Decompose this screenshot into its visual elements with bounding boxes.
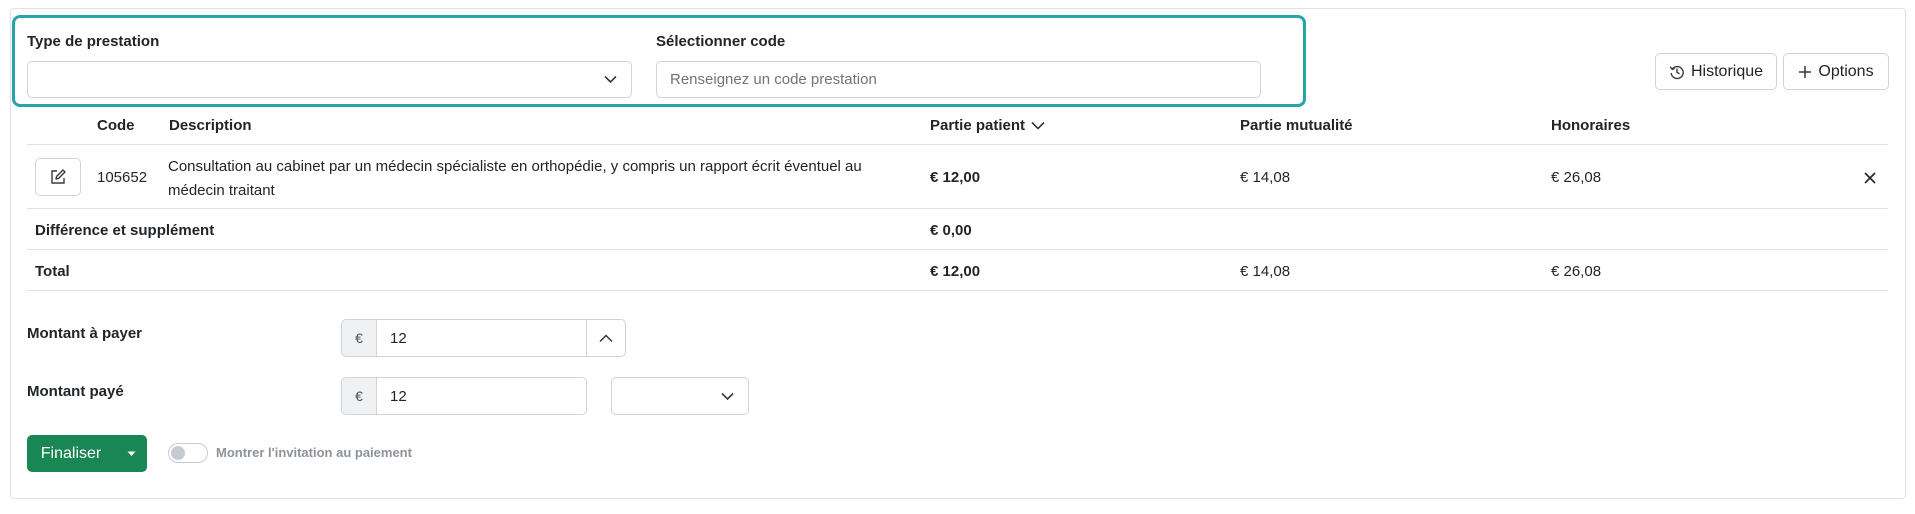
header-fees: Honoraires — [1551, 117, 1631, 134]
type-select[interactable] — [27, 61, 632, 98]
total-fees: € 26,08 — [1551, 263, 1602, 280]
difference-patient: € 0,00 — [930, 222, 972, 239]
code-input[interactable] — [656, 61, 1261, 98]
remove-row-button[interactable] — [1863, 171, 1877, 185]
history-label: Historique — [1690, 62, 1764, 80]
header-mutuality: Partie mutualité — [1240, 117, 1353, 134]
amount-paid-input[interactable] — [376, 377, 587, 415]
row-code: 105652 — [97, 169, 148, 186]
divider — [27, 290, 1888, 291]
total-mutuality: € 14,08 — [1240, 263, 1291, 280]
amount-paid-group: € — [341, 377, 587, 415]
divider — [27, 249, 1888, 250]
row-mutuality: € 14,08 — [1240, 169, 1291, 186]
total-label: Total — [35, 263, 70, 280]
options-button[interactable]: Options — [1783, 53, 1889, 90]
sort-chevron-down-icon — [1031, 121, 1045, 130]
currency-prefix: € — [341, 377, 376, 415]
code-label: Sélectionner code — [656, 33, 786, 50]
row-fees: € 26,08 — [1551, 169, 1602, 186]
amount-due-stepper-button[interactable] — [587, 319, 626, 357]
finalize-button[interactable]: Finaliser — [27, 445, 115, 463]
edit-icon — [51, 169, 66, 184]
amount-due-label: Montant à payer — [27, 325, 143, 342]
amount-due-input[interactable] — [376, 319, 587, 357]
history-button[interactable]: Historique — [1655, 53, 1777, 90]
amount-paid-label: Montant payé — [27, 383, 124, 400]
chevron-down-icon — [721, 392, 734, 401]
caret-down-icon — [127, 451, 135, 456]
chevron-up-icon — [599, 333, 613, 342]
plus-icon — [1799, 65, 1812, 78]
finalize-dropdown-toggle[interactable] — [115, 435, 147, 472]
close-icon — [1864, 172, 1876, 184]
currency-prefix: € — [341, 319, 376, 357]
difference-label: Différence et supplément — [35, 222, 215, 239]
header-patient[interactable]: Partie patient — [930, 117, 1045, 134]
header-code: Code — [97, 117, 135, 134]
options-label: Options — [1818, 62, 1874, 80]
header-description: Description — [169, 117, 252, 134]
divider — [27, 144, 1888, 145]
amount-due-group: € — [341, 319, 626, 357]
payment-method-select[interactable] — [611, 377, 749, 415]
toggle-knob — [171, 446, 185, 460]
history-icon — [1669, 65, 1684, 79]
header-patient-label: Partie patient — [930, 117, 1026, 134]
edit-row-button[interactable] — [35, 158, 81, 196]
row-description: Consultation au cabinet par un médecin s… — [168, 158, 862, 199]
total-patient: € 12,00 — [930, 263, 981, 280]
chevron-down-icon — [604, 75, 617, 84]
payment-invitation-toggle[interactable] — [168, 443, 208, 463]
payment-invitation-label: Montrer l'invitation au paiement — [216, 445, 412, 460]
type-label: Type de prestation — [27, 33, 160, 50]
finalize-button-group: Finaliser — [27, 435, 147, 472]
divider — [27, 208, 1888, 209]
row-patient: € 12,00 — [930, 169, 981, 186]
